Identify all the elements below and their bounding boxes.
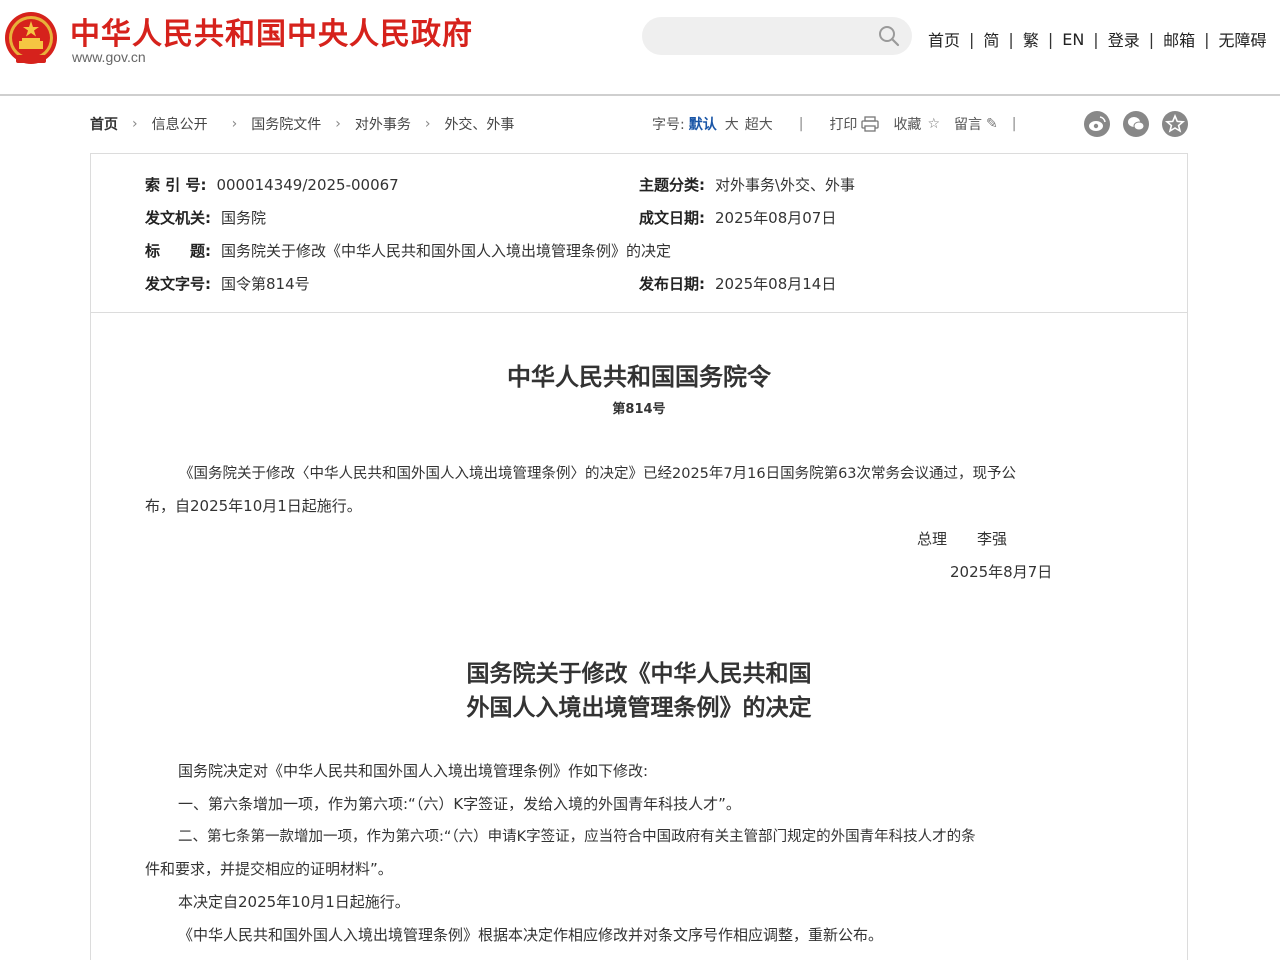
order-title: 中华人民共和国国务院令: [507, 362, 771, 391]
meta-docno: 发文字号: 国令第814号: [145, 273, 310, 294]
breadcrumb-foreign-affairs[interactable]: 对外事务: [355, 114, 411, 134]
document-metadata: 索 引 号: 000014349/2025-00067 主题分类: 对外事务\外交、…: [91, 154, 1187, 313]
header-divider: [0, 94, 1280, 96]
font-size-label: 字号:: [652, 117, 685, 133]
search-box[interactable]: [642, 17, 912, 55]
decision-paragraph-5: 《中华人民共和国外国人入境出境管理条例》根据本决定作相应修改并对条文序号作相应调…: [178, 926, 884, 944]
decision-paragraph-3-line1: 二、第七条第一款增加一项，作为第六项:“（六）申请K字签证，应当符合中国政府有关…: [178, 829, 976, 845]
site-url: www.gov.cn: [72, 49, 146, 65]
order-date: 2025年8月7日: [950, 563, 1053, 581]
decision-title-line1: 国务院关于修改《中华人民共和国: [466, 660, 812, 687]
page-tools: 字号: 默认 大 超大 | 打印 收藏 ☆ 留言 ✎ |: [652, 114, 1030, 134]
decision-paragraph-2: 一、第六条增加一项，作为第六项:“（六）K字签证，发给入境的外国青年科技人才”。: [178, 795, 741, 813]
meta-index: 索 引 号: 000014349/2025-00067: [145, 174, 399, 195]
nav-home[interactable]: 首页: [928, 27, 960, 51]
tools-divider: |: [1011, 116, 1017, 132]
meta-topic: 主题分类: 对外事务\外交、外事: [639, 174, 855, 195]
meta-written-label: 成文日期:: [639, 209, 705, 227]
meta-title: 标 题: 国务院关于修改《中华人民共和国外国人入境出境管理条例》的决定: [145, 240, 671, 261]
nav-english[interactable]: EN: [1062, 30, 1084, 49]
meta-index-label: 索 引 号:: [145, 176, 207, 194]
search-icon[interactable]: [878, 25, 900, 47]
meta-topic-label: 主题分类:: [639, 176, 705, 194]
site-title[interactable]: 中华人民共和国中央人民政府: [70, 9, 473, 53]
order-signer: 总理 李强: [917, 530, 1008, 548]
nav-divider: |: [1047, 29, 1054, 49]
meta-issuer-label: 发文机关:: [145, 209, 211, 227]
meta-published-value: 2025年08月14日: [715, 275, 837, 293]
decision-paragraph-3-line2: 件和要求，并提交相应的证明材料”。: [145, 860, 393, 878]
site-header: 中华人民共和国中央人民政府 www.gov.cn 首页 | 简 | 繁 | EN | 登…: [0, 0, 1280, 95]
order-body-line2: 布，自2025年10月1日起施行。: [145, 497, 362, 515]
decision-title-line2: 外国人入境出境管理条例》的决定: [466, 694, 812, 721]
font-size-xlarge[interactable]: 超大: [745, 114, 773, 134]
meta-topic-value: 对外事务\外交、外事: [715, 176, 856, 194]
chevron-right-icon: ›: [132, 116, 138, 132]
meta-docno-label: 发文字号:: [145, 275, 211, 293]
nav-traditional[interactable]: 繁: [1023, 27, 1039, 51]
nav-simplified[interactable]: 简: [983, 27, 999, 51]
breadcrumb: 首页 › 信息公开 › 国务院文件 › 对外事务 › 外交、外事: [90, 114, 514, 134]
favorite-button[interactable]: 收藏: [893, 114, 921, 134]
nav-mail[interactable]: 邮箱: [1163, 27, 1195, 51]
top-nav: 首页 | 简 | 繁 | EN | 登录 | 邮箱 | 无障碍: [928, 27, 1267, 51]
nav-divider: |: [1204, 29, 1210, 49]
font-size-default[interactable]: 默认: [689, 114, 717, 134]
nav-divider: |: [1093, 29, 1099, 49]
breadcrumb-home[interactable]: 首页: [90, 114, 118, 134]
decision-paragraph-4: 本决定自2025年10月1日起施行。: [178, 893, 410, 911]
favorite-share-icon[interactable]: [1162, 111, 1188, 137]
breadcrumb-diplomacy[interactable]: 外交、外事: [444, 114, 514, 134]
breadcrumb-state-docs[interactable]: 国务院文件: [251, 114, 321, 134]
weibo-share-icon[interactable]: [1084, 111, 1110, 137]
nav-login[interactable]: 登录: [1108, 27, 1140, 51]
tools-divider: |: [798, 116, 804, 132]
nav-accessibility[interactable]: 无障碍: [1219, 27, 1267, 51]
meta-written-value: 2025年08月07日: [715, 209, 837, 227]
meta-issuer: 发文机关: 国务院: [145, 207, 266, 228]
meta-published-label: 发布日期:: [639, 275, 705, 293]
decision-paragraph-1: 国务院决定对《中华人民共和国外国人入境出境管理条例》作如下修改:: [178, 762, 649, 780]
chevron-right-icon: ›: [335, 116, 341, 132]
nav-divider: |: [969, 29, 975, 49]
font-size-large[interactable]: 大: [725, 114, 739, 134]
meta-written-date: 成文日期: 2025年08月07日: [639, 207, 836, 228]
chevron-right-icon: ›: [424, 116, 431, 132]
meta-index-value: 000014349/2025-00067: [216, 176, 399, 194]
nav-divider: |: [1008, 29, 1014, 49]
pen-icon[interactable]: ✎: [986, 116, 998, 132]
wechat-share-icon[interactable]: [1123, 111, 1149, 137]
meta-docno-value: 国令第814号: [221, 275, 310, 293]
national-emblem-icon[interactable]: [4, 11, 58, 67]
nav-divider: |: [1148, 29, 1155, 49]
order-body-line1: 《国务院关于修改〈中华人民共和国外国人入境出境管理条例〉的决定》已经2025年7…: [179, 466, 1017, 482]
meta-published-date: 发布日期: 2025年08月14日: [639, 273, 836, 294]
comment-button[interactable]: 留言: [954, 114, 982, 134]
print-button[interactable]: 打印: [829, 114, 857, 134]
article-container: 索 引 号: 000014349/2025-00067 主题分类: 对外事务\外交、…: [90, 153, 1188, 960]
order-number: 第814号: [612, 402, 666, 417]
meta-title-label: 标 题:: [145, 242, 211, 260]
chevron-right-icon: ›: [231, 116, 238, 132]
breadcrumb-info[interactable]: 信息公开: [152, 114, 208, 134]
star-icon[interactable]: ☆: [927, 116, 940, 132]
printer-icon[interactable]: [861, 116, 880, 132]
meta-issuer-value: 国务院: [221, 209, 267, 227]
meta-title-value: 国务院关于修改《中华人民共和国外国人入境出境管理条例》的决定: [221, 242, 672, 260]
